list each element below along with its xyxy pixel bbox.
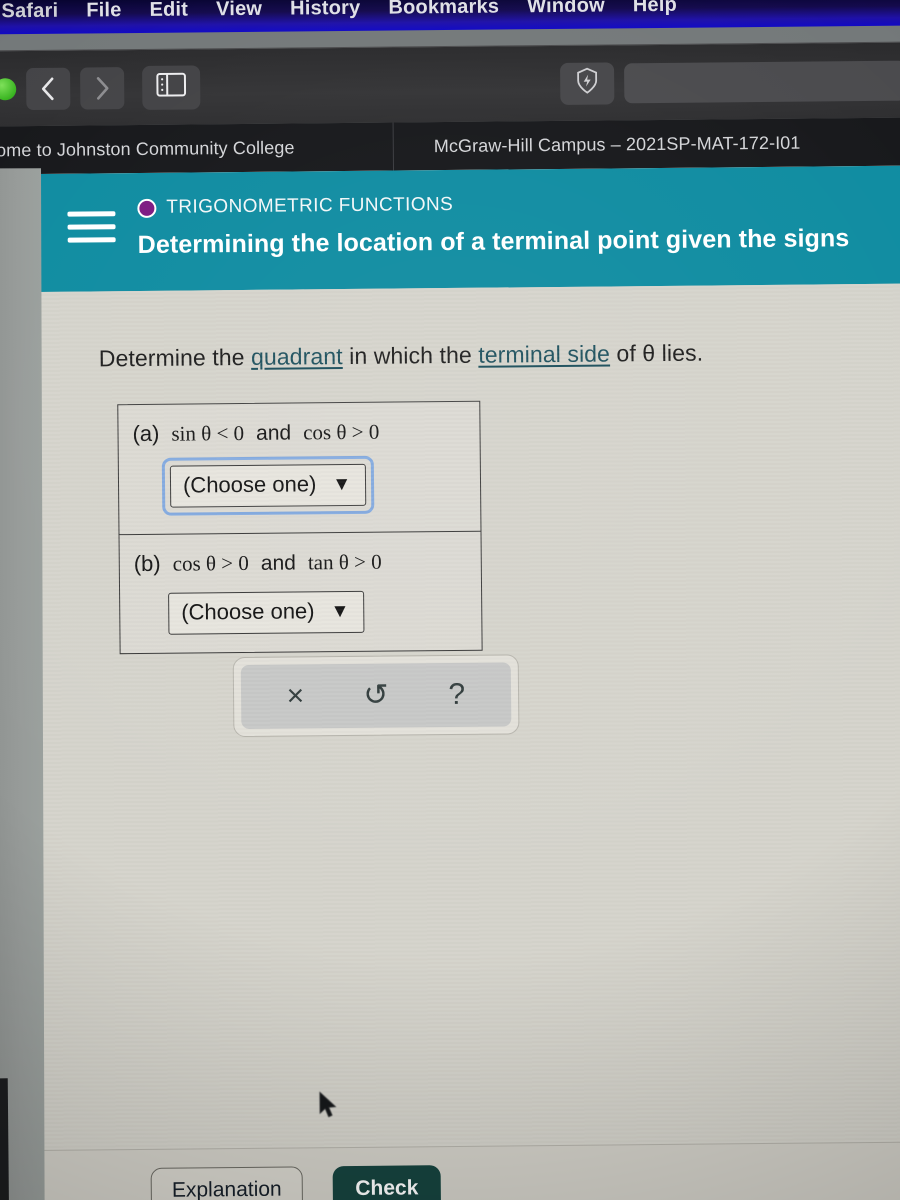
part-a-condition: (a) sin θ < 0 and cos θ > 0 bbox=[118, 418, 479, 447]
part-b-letter: (b) bbox=[133, 550, 161, 577]
chevron-down-icon: ▼ bbox=[330, 600, 350, 622]
part-b-select-value: (Choose one) bbox=[181, 598, 315, 625]
part-a-select-focus-ring: (Choose one) ▼ bbox=[161, 455, 375, 516]
browser-toolbar bbox=[0, 41, 900, 127]
screenshot-root: Safari File Edit View History Bookmarks … bbox=[0, 0, 900, 1200]
answer-row-b: (b) cos θ > 0 and tan θ > 0 (Choose one)… bbox=[119, 530, 482, 654]
tool-palette-inner: × ↺ ? bbox=[240, 662, 512, 730]
question-footer: Explanation Check bbox=[34, 1141, 900, 1200]
chevron-right-icon bbox=[93, 75, 111, 101]
browser-tab-bar: elcome to Johnston Community College McG… bbox=[0, 117, 900, 175]
address-bar-input[interactable] bbox=[624, 60, 900, 103]
part-b-left: cos θ > 0 bbox=[172, 550, 249, 576]
answer-table: (a) sin θ < 0 and cos θ > 0 (Choose one)… bbox=[117, 400, 483, 655]
prompt-text-post: of θ lies. bbox=[609, 339, 704, 367]
prompt-text-mid: in which the bbox=[342, 341, 479, 370]
undo-refresh-icon[interactable]: ↺ bbox=[350, 679, 402, 712]
menu-item-help[interactable]: Help bbox=[619, 0, 691, 18]
privacy-shield-icon bbox=[575, 67, 599, 100]
question-content: Determine the quadrant in which the term… bbox=[26, 283, 900, 1200]
part-b-quadrant-select[interactable]: (Choose one) ▼ bbox=[168, 590, 365, 635]
part-a-letter: (a) bbox=[132, 420, 160, 447]
part-a-select-value: (Choose one) bbox=[182, 471, 317, 498]
explanation-button[interactable]: Explanation bbox=[150, 1166, 304, 1200]
part-b-conjunction: and bbox=[260, 551, 296, 575]
sidebar-toggle-button[interactable] bbox=[142, 64, 201, 110]
menu-item-bookmarks[interactable]: Bookmarks bbox=[374, 0, 513, 21]
link-terminal-side[interactable]: terminal side bbox=[478, 340, 610, 367]
chevron-down-icon: ▼ bbox=[332, 473, 352, 495]
page-viewport: TRIGONOMETRIC FUNCTIONS Determining the … bbox=[25, 165, 900, 1200]
chevron-left-icon bbox=[39, 75, 57, 101]
menu-item-window[interactable]: Window bbox=[513, 0, 619, 19]
monitor-bezel-left bbox=[0, 168, 45, 1200]
page-title: Determining the location of a terminal p… bbox=[137, 224, 850, 259]
check-button[interactable]: Check bbox=[332, 1165, 442, 1200]
clear-x-icon[interactable]: × bbox=[269, 679, 321, 712]
privacy-report-button[interactable] bbox=[559, 61, 615, 105]
part-b-select-wrap: (Choose one) ▼ bbox=[168, 590, 365, 635]
part-a-conjunction: and bbox=[255, 421, 292, 445]
part-a-left: sin θ < 0 bbox=[171, 420, 245, 446]
forward-button[interactable] bbox=[80, 66, 125, 110]
menu-item-edit[interactable]: Edit bbox=[135, 0, 202, 23]
part-a-quadrant-select[interactable]: (Choose one) ▼ bbox=[169, 463, 367, 508]
browser-tab-mcgraw-hill[interactable]: McGraw-Hill Campus – 2021SP-MAT-172-I01 bbox=[392, 117, 900, 171]
window-maximize-button[interactable] bbox=[0, 77, 17, 100]
part-b-right: tan θ > 0 bbox=[307, 549, 382, 575]
link-quadrant[interactable]: quadrant bbox=[251, 343, 343, 370]
macos-menu-bar: Safari File Edit View History Bookmarks … bbox=[0, 0, 900, 35]
aleks-lesson-header: TRIGONOMETRIC FUNCTIONS Determining the … bbox=[25, 165, 900, 337]
help-question-icon[interactable]: ? bbox=[431, 678, 483, 711]
answer-row-a: (a) sin θ < 0 and cos θ > 0 (Choose one)… bbox=[118, 402, 480, 534]
monitor-photo-tilt: Safari File Edit View History Bookmarks … bbox=[0, 0, 900, 1200]
monitor-bezel-shadow bbox=[0, 1078, 10, 1200]
menu-item-view[interactable]: View bbox=[202, 0, 276, 22]
answer-tool-palette: × ↺ ? bbox=[232, 654, 520, 738]
topic-bullet-icon bbox=[137, 198, 157, 218]
part-b-condition: (b) cos θ > 0 and tan θ > 0 bbox=[120, 548, 481, 577]
prompt-text-pre: Determine the bbox=[98, 343, 252, 372]
topic-label: TRIGONOMETRIC FUNCTIONS bbox=[166, 193, 454, 218]
question-prompt: Determine the quadrant in which the term… bbox=[99, 338, 900, 373]
hamburger-menu-icon[interactable] bbox=[67, 211, 116, 250]
menu-item-file[interactable]: File bbox=[72, 0, 136, 24]
menu-item-safari[interactable]: Safari bbox=[0, 0, 72, 24]
menu-item-history[interactable]: History bbox=[276, 0, 375, 22]
back-button[interactable] bbox=[26, 67, 71, 110]
sidebar-toggle-icon bbox=[156, 72, 187, 102]
part-a-right: cos θ > 0 bbox=[303, 419, 380, 445]
topic-row: TRIGONOMETRIC FUNCTIONS bbox=[137, 190, 849, 219]
browser-tab-jcc[interactable]: elcome to Johnston Community College bbox=[0, 123, 393, 175]
lesson-header-text: TRIGONOMETRIC FUNCTIONS Determining the … bbox=[137, 190, 849, 260]
